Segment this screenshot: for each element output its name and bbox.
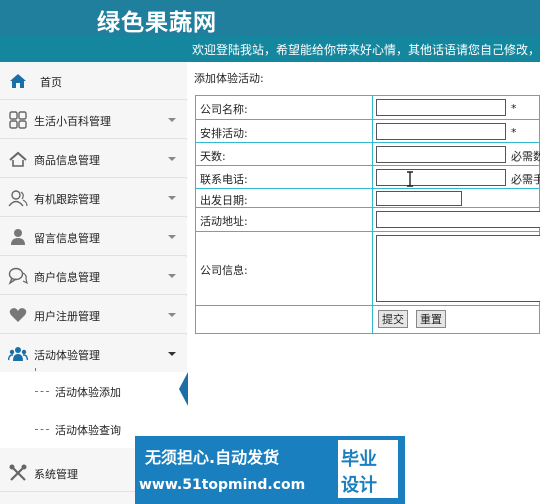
- activity-address-input[interactable]: [376, 211, 540, 228]
- field-label: 公司名称:: [200, 103, 248, 116]
- house-icon: [9, 151, 27, 167]
- group-icon: [8, 347, 28, 361]
- tree-dash: [35, 391, 49, 392]
- sidebar-item-label: 系统管理: [34, 468, 78, 481]
- watermark-line1: 无须担心.自动发货: [145, 448, 280, 467]
- form-row-activity: 安排活动: *: [196, 120, 540, 143]
- activity-input[interactable]: [376, 123, 506, 140]
- users-icon: [8, 190, 28, 207]
- sidebar-subitem-label: 活动体验查询: [55, 424, 121, 437]
- sidebar-item-activities[interactable]: 活动体验管理: [0, 335, 187, 373]
- field-label: 安排活动:: [200, 127, 248, 140]
- form-row-date: 出发日期:: [196, 189, 540, 208]
- submit-button[interactable]: 提交: [378, 310, 408, 328]
- form-row-info: 公司信息:: [196, 232, 540, 306]
- watermark-banner: 无须担心.自动发货 www.51topmind.com 毕业 设计: [135, 436, 405, 504]
- form-row-address: 活动地址:: [196, 208, 540, 232]
- sidebar-subitem-label: 活动体验添加: [55, 386, 121, 399]
- sidebar-item-users[interactable]: 用户注册管理: [0, 296, 187, 334]
- caret-down-icon: [168, 235, 176, 239]
- header: 绿色果蔬网 欢迎登陆我站，希望能给你带来好心情，其他话语请您自己修改，: [0, 0, 540, 62]
- field-label: 联系电话:: [200, 173, 248, 186]
- sidebar-item-messages[interactable]: 留言信息管理: [0, 218, 187, 256]
- sidebar-item-label: 有机跟踪管理: [34, 193, 100, 206]
- form-row-days: 天数: 必需数: [196, 143, 540, 166]
- field-hint: 必需数: [511, 150, 540, 163]
- watermark-badge-line2: 设计: [341, 475, 377, 496]
- field-label: 出发日期:: [200, 194, 248, 207]
- sidebar-item-home[interactable]: 首页: [0, 62, 187, 100]
- watermark-badge-line1: 毕业: [341, 449, 377, 470]
- company-info-textarea[interactable]: [376, 235, 540, 302]
- caret-down-icon: [168, 274, 176, 278]
- cell-divider: [372, 143, 373, 165]
- sidebar-item-label: 留言信息管理: [34, 232, 100, 245]
- header-band: [0, 0, 540, 36]
- cell-divider: [372, 189, 373, 207]
- marquee-bar: 欢迎登陆我站，希望能给你带来好心情，其他话语请您自己修改，: [0, 36, 540, 62]
- page-title: 添加体验活动:: [194, 72, 264, 85]
- tools-icon: [9, 464, 27, 481]
- cell-divider: [372, 96, 373, 119]
- cell-divider: [372, 306, 373, 333]
- user-icon: [11, 229, 25, 245]
- active-indicator-icon: [179, 372, 188, 406]
- phone-input[interactable]: [376, 169, 506, 186]
- home-icon: [10, 74, 26, 88]
- sidebar-item-encyclopedia[interactable]: 生活小百科管理: [0, 101, 187, 139]
- sidebar-item-label: 商品信息管理: [34, 154, 100, 167]
- field-hint: 必需手: [511, 173, 540, 186]
- cell-divider: [372, 208, 373, 231]
- departure-date-input[interactable]: [376, 191, 462, 206]
- company-name-input[interactable]: [376, 99, 506, 116]
- heart-icon: [9, 308, 27, 322]
- tree-dash: [35, 429, 49, 430]
- caret-down-icon: [168, 196, 176, 200]
- reset-button[interactable]: 重置: [416, 310, 446, 328]
- caret-down-icon: [168, 313, 176, 317]
- watermark-badge: 毕业 设计: [338, 440, 398, 498]
- days-input[interactable]: [376, 146, 506, 163]
- form-table: 公司名称: * 安排活动: * 天数: 必需数 联系电话: 必需手 出发日期: …: [195, 95, 540, 334]
- field-label: 活动地址:: [200, 215, 248, 228]
- site-title: 绿色果蔬网: [97, 9, 217, 36]
- sidebar-subitem-activity-add[interactable]: 活动体验添加: [0, 372, 187, 410]
- caret-down-icon: [168, 352, 176, 356]
- form-row-buttons: 提交 重置: [196, 306, 540, 333]
- sidebar-item-label: 活动体验管理: [34, 349, 100, 362]
- text-cursor-icon: [407, 171, 413, 187]
- sidebar-item-products[interactable]: 商品信息管理: [0, 140, 187, 178]
- caret-down-icon: [168, 118, 176, 122]
- sidebar-item-merchants[interactable]: 商户信息管理: [0, 257, 187, 295]
- watermark-url: www.51topmind.com: [139, 477, 306, 493]
- sidebar-item-label: 生活小百科管理: [34, 115, 111, 128]
- caret-down-icon: [168, 157, 176, 161]
- form-row-company: 公司名称: *: [196, 96, 540, 120]
- required-star: *: [511, 126, 517, 139]
- field-label: 公司信息:: [200, 264, 248, 277]
- chat-icon: [8, 267, 28, 285]
- cell-divider: [372, 166, 373, 188]
- grid-icon: [9, 111, 27, 129]
- sidebar-item-label: 用户注册管理: [34, 310, 100, 323]
- cell-divider: [372, 232, 373, 305]
- field-label: 天数:: [200, 150, 226, 163]
- marquee-text: 欢迎登陆我站，希望能给你带来好心情，其他话语请您自己修改，: [192, 43, 540, 57]
- sidebar-item-label: 首页: [40, 76, 62, 89]
- sidebar-item-tracking[interactable]: 有机跟踪管理: [0, 179, 187, 217]
- cell-divider: [372, 120, 373, 142]
- sidebar-item-label: 商户信息管理: [34, 271, 100, 284]
- required-star: *: [511, 102, 517, 115]
- form-row-phone: 联系电话: 必需手: [196, 166, 540, 189]
